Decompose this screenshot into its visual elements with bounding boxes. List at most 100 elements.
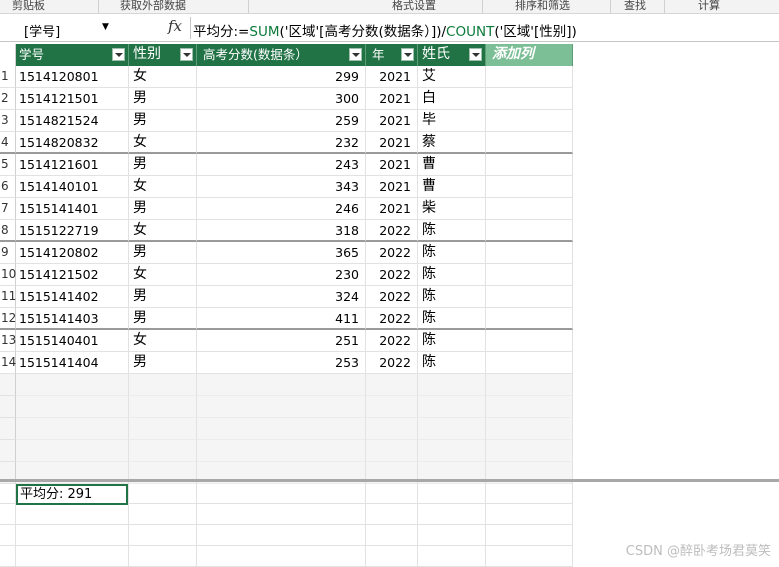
calc-grid-cell[interactable] <box>486 546 573 567</box>
calc-grid-cell[interactable] <box>486 504 573 525</box>
calc-grid-cell[interactable] <box>197 504 366 525</box>
cell-year[interactable]: 2022 <box>366 286 418 308</box>
cell-student-id[interactable]: 1515141403 <box>16 308 129 330</box>
calc-grid-cell[interactable] <box>418 546 486 567</box>
calc-grid-cell[interactable] <box>418 525 486 546</box>
cell-surname[interactable]: 陈 <box>418 352 486 374</box>
function-icon[interactable]: fx <box>168 17 182 35</box>
cell-surname[interactable]: 艾 <box>418 66 486 88</box>
cell-student-id[interactable]: 1514121502 <box>16 264 129 286</box>
cell-add-column[interactable] <box>486 352 573 374</box>
cell-gender[interactable]: 男 <box>129 198 197 220</box>
measure-cell-average[interactable]: 平均分: 291 <box>16 484 128 505</box>
row-number[interactable]: 2 <box>0 88 16 110</box>
cell-surname[interactable]: 曹 <box>418 176 486 198</box>
table-row[interactable]: 1 1514120801 女 299 2021 艾 <box>0 66 779 88</box>
cell-student-id[interactable]: 1515141402 <box>16 286 129 308</box>
filter-dropdown-icon[interactable] <box>349 48 362 61</box>
calc-grid-cell[interactable] <box>129 504 197 525</box>
cell-gender[interactable]: 女 <box>129 330 197 352</box>
row-number[interactable]: 12 <box>0 308 16 330</box>
calc-grid-cell[interactable] <box>16 525 129 546</box>
row-number[interactable]: 7 <box>0 198 16 220</box>
cell-gender[interactable]: 男 <box>129 308 197 330</box>
table-row[interactable]: 3 1514821524 男 259 2021 毕 <box>0 110 779 132</box>
cell-gender[interactable]: 女 <box>129 132 197 154</box>
column-header-gender[interactable]: 性别 <box>129 44 197 66</box>
calc-grid-cell[interactable] <box>418 504 486 525</box>
cell-surname[interactable]: 柴 <box>418 198 486 220</box>
cell-student-id[interactable]: 1515122719 <box>16 220 129 242</box>
cell-year[interactable]: 2021 <box>366 110 418 132</box>
row-number[interactable]: 8 <box>0 220 16 242</box>
table-row[interactable]: 11 1515141402 男 324 2022 陈 <box>0 286 779 308</box>
cell-gender[interactable]: 男 <box>129 88 197 110</box>
cell-add-column[interactable] <box>486 330 573 352</box>
cell-add-column[interactable] <box>486 66 573 88</box>
cell-score[interactable]: 343 <box>197 176 366 198</box>
filter-dropdown-icon[interactable] <box>180 48 193 61</box>
row-number[interactable]: 11 <box>0 286 16 308</box>
table-row[interactable]: 10 1514121502 女 230 2022 陈 <box>0 264 779 286</box>
calc-grid-cell[interactable] <box>0 546 16 567</box>
row-number[interactable]: 10 <box>0 264 16 286</box>
row-number[interactable]: 3 <box>0 110 16 132</box>
cell-score[interactable]: 365 <box>197 242 366 264</box>
calc-grid-cell[interactable] <box>486 483 573 504</box>
cell-student-id[interactable]: 1514140101 <box>16 176 129 198</box>
calc-grid-cell[interactable] <box>197 546 366 567</box>
calc-grid-cell[interactable] <box>16 546 129 567</box>
filter-dropdown-icon[interactable] <box>401 48 414 61</box>
cell-year[interactable]: 2021 <box>366 132 418 154</box>
chevron-down-icon[interactable]: ▼ <box>102 22 109 32</box>
calc-grid-cell[interactable] <box>418 483 486 504</box>
name-box[interactable]: [学号] ▼ <box>0 20 128 40</box>
cell-add-column[interactable] <box>486 264 573 286</box>
cell-add-column[interactable] <box>486 198 573 220</box>
cell-add-column[interactable] <box>486 88 573 110</box>
cell-surname[interactable]: 陈 <box>418 220 486 242</box>
calc-grid-cell[interactable] <box>129 546 197 567</box>
cell-gender[interactable]: 女 <box>129 176 197 198</box>
cell-gender[interactable]: 男 <box>129 110 197 132</box>
calc-grid-cell[interactable] <box>197 525 366 546</box>
cell-student-id[interactable]: 1514820832 <box>16 132 129 154</box>
table-row[interactable]: 7 1515141401 男 246 2021 柴 <box>0 198 779 220</box>
column-header-score[interactable]: 高考分数(数据条） <box>197 44 366 66</box>
cell-year[interactable]: 2021 <box>366 66 418 88</box>
cell-add-column[interactable] <box>486 154 573 176</box>
row-number[interactable]: 14 <box>0 352 16 374</box>
cell-score[interactable]: 300 <box>197 88 366 110</box>
table-row[interactable]: 4 1514820832 女 232 2021 蔡 <box>0 132 779 154</box>
cell-surname[interactable]: 白 <box>418 88 486 110</box>
cell-add-column[interactable] <box>486 308 573 330</box>
column-header-student-id[interactable]: 学号 <box>16 44 129 66</box>
cell-gender[interactable]: 女 <box>129 66 197 88</box>
calc-grid-cell[interactable] <box>197 483 366 504</box>
filter-dropdown-icon[interactable] <box>112 48 125 61</box>
cell-year[interactable]: 2022 <box>366 242 418 264</box>
cell-add-column[interactable] <box>486 176 573 198</box>
row-number[interactable]: 1 <box>0 66 16 88</box>
row-number[interactable]: 6 <box>0 176 16 198</box>
cell-year[interactable]: 2021 <box>366 176 418 198</box>
cell-year[interactable]: 2022 <box>366 352 418 374</box>
cell-student-id[interactable]: 1514121601 <box>16 154 129 176</box>
calc-grid-cell[interactable] <box>486 525 573 546</box>
cell-score[interactable]: 253 <box>197 352 366 374</box>
calc-grid-cell[interactable] <box>366 525 418 546</box>
cell-score[interactable]: 324 <box>197 286 366 308</box>
cell-surname[interactable]: 陈 <box>418 308 486 330</box>
column-header-year[interactable]: 年 <box>366 44 418 66</box>
calc-grid-cell[interactable] <box>366 504 418 525</box>
cell-gender[interactable]: 男 <box>129 154 197 176</box>
cell-student-id[interactable]: 1514121501 <box>16 88 129 110</box>
cell-surname[interactable]: 陈 <box>418 330 486 352</box>
column-header-surname[interactable]: 姓氏 <box>418 44 486 66</box>
cell-surname[interactable]: 毕 <box>418 110 486 132</box>
cell-surname[interactable]: 曹 <box>418 154 486 176</box>
table-row[interactable]: 13 1515140401 女 251 2022 陈 <box>0 330 779 352</box>
cell-surname[interactable]: 陈 <box>418 264 486 286</box>
table-row[interactable]: 5 1514121601 男 243 2021 曹 <box>0 154 779 176</box>
cell-gender[interactable]: 女 <box>129 220 197 242</box>
